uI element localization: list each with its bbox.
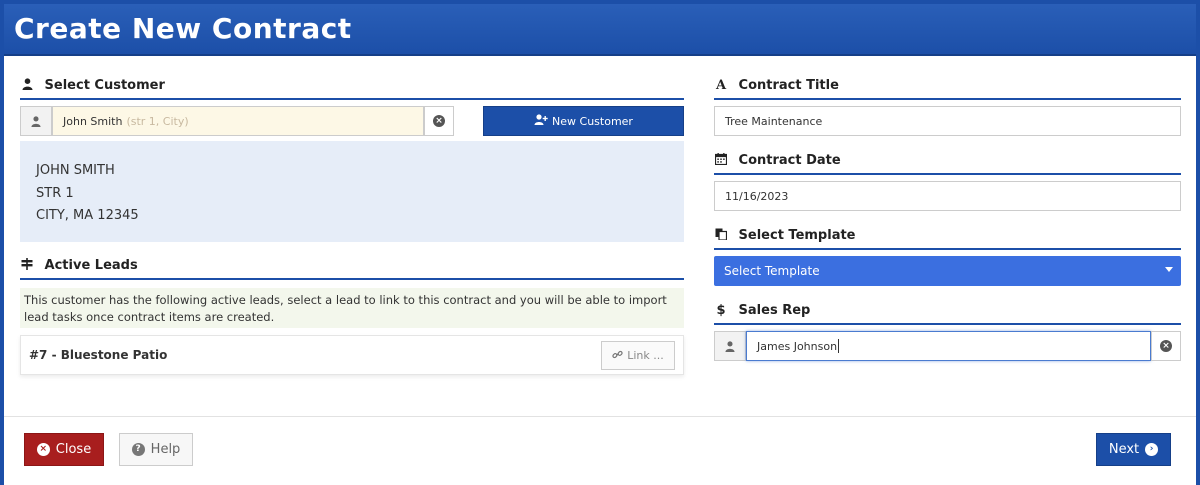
customer-picker: John Smith (str 1, City) ×	[20, 106, 454, 136]
modal-footer: × Close ? Help Next ›	[4, 416, 1196, 485]
sales-rep-value: James Johnson	[757, 339, 838, 353]
copy-icon	[714, 228, 728, 244]
contract-date-input[interactable]: 11/16/2023	[714, 181, 1181, 211]
sales-rep-heading: $ Sales Rep	[714, 303, 1181, 325]
close-circle-icon: ×	[433, 115, 445, 127]
link-lead-button[interactable]: Link ...	[601, 341, 675, 370]
template-select[interactable]: Select Template	[714, 256, 1181, 286]
modal-body: Select Customer John Smith (str 1, City)…	[4, 58, 1196, 416]
active-leads-note: This customer has the following active l…	[20, 288, 684, 328]
active-leads-heading: Active Leads	[20, 258, 684, 280]
caret-down-icon	[1165, 267, 1173, 272]
sales-rep-input[interactable]: James Johnson	[746, 331, 1151, 361]
contract-title-input[interactable]: Tree Maintenance	[714, 106, 1181, 136]
font-icon: A	[715, 78, 727, 93]
clear-customer-button[interactable]: ×	[424, 106, 454, 136]
user-icon	[714, 331, 746, 361]
close-circle-icon: ×	[1160, 340, 1172, 352]
contract-title-label: Contract Title	[738, 78, 839, 93]
new-customer-label: New Customer	[552, 114, 633, 128]
close-label: Close	[55, 442, 92, 457]
customer-selected-hint: (str 1, City)	[126, 114, 189, 128]
address-line: CITY, MA 12345	[36, 208, 139, 223]
address-line: STR 1	[36, 185, 74, 201]
user-plus-icon	[534, 114, 548, 128]
clear-sales-rep-button[interactable]: ×	[1151, 331, 1181, 361]
signpost-icon	[20, 258, 34, 274]
contract-date-heading: Contract Date	[714, 153, 1181, 175]
modal-title: Create New Contract	[14, 12, 352, 45]
calendar-icon	[714, 153, 728, 169]
question-circle-icon: ?	[131, 443, 145, 456]
link-icon	[612, 349, 623, 363]
select-customer-heading: Select Customer	[20, 78, 684, 100]
customer-search-input[interactable]: John Smith (str 1, City)	[52, 106, 424, 136]
template-selected: Select Template	[724, 264, 820, 278]
link-lead-label: Link ...	[627, 349, 664, 362]
user-icon	[20, 78, 34, 94]
user-icon	[20, 106, 52, 136]
next-button[interactable]: Next ›	[1096, 433, 1171, 466]
customer-address-card: JOHN SMITH STR 1 CITY, MA 12345	[20, 141, 684, 242]
help-button[interactable]: ? Help	[119, 433, 193, 466]
select-template-label: Select Template	[738, 228, 856, 243]
modal-header: Create New Contract	[4, 4, 1196, 56]
lead-label: #7 - Bluestone Patio	[29, 348, 168, 362]
active-leads-title: Active Leads	[44, 258, 138, 273]
contract-date-label: Contract Date	[738, 153, 841, 168]
chevron-right-circle-icon: ›	[1145, 443, 1159, 456]
sales-rep-label: Sales Rep	[738, 303, 811, 318]
dollar-icon: $	[716, 303, 726, 318]
create-contract-modal: Create New Contract Select Customer John…	[0, 0, 1200, 485]
address-line: JOHN SMITH	[36, 163, 115, 178]
contract-title-heading: A Contract Title	[714, 78, 1181, 100]
close-button[interactable]: × Close	[24, 433, 104, 466]
help-label: Help	[150, 442, 181, 457]
text-cursor	[838, 339, 840, 353]
select-template-heading: Select Template	[714, 228, 1181, 250]
lead-item: #7 - Bluestone Patio Link ...	[20, 335, 684, 375]
customer-selected-name: John Smith	[63, 114, 123, 128]
close-circle-icon: ×	[36, 443, 50, 456]
next-label: Next	[1108, 442, 1140, 457]
new-customer-button[interactable]: New Customer	[483, 106, 684, 136]
sales-rep-picker: James Johnson ×	[714, 331, 1181, 361]
select-customer-title: Select Customer	[44, 78, 165, 93]
